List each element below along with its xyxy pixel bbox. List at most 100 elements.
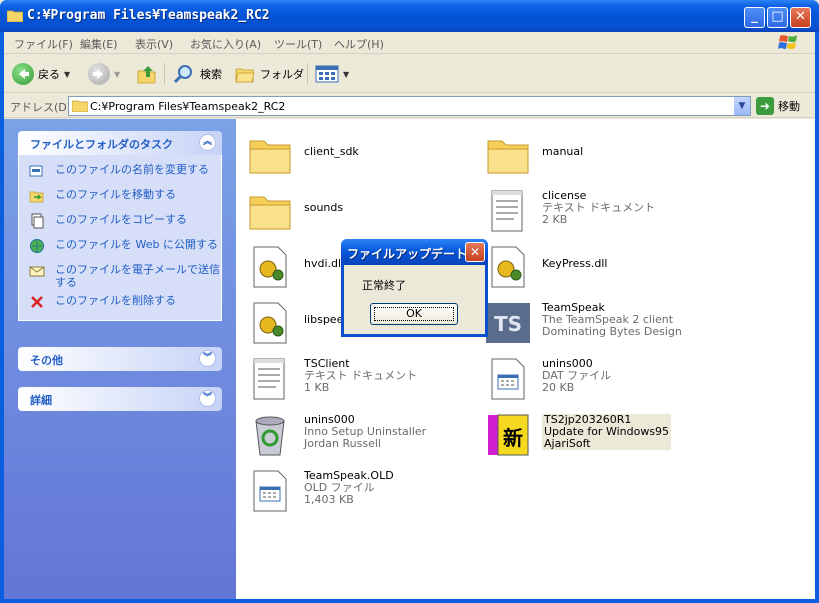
other-places-title: その他 xyxy=(30,354,63,367)
task-label: このファイルを移動する xyxy=(55,188,176,201)
folder-icon xyxy=(487,140,529,174)
task-label: このファイルを電子メールで送信する xyxy=(55,263,220,289)
generic-file-icon xyxy=(491,358,525,400)
windows-logo-icon xyxy=(778,35,797,50)
file-folder-tasks-title: ファイルとフォルダのタスク xyxy=(30,138,173,151)
other-places-panel: その他 ︾ xyxy=(18,347,222,371)
focus-rectangle xyxy=(374,307,454,321)
task-label: このファイルを削除する xyxy=(55,294,176,307)
views-button[interactable]: ▼ xyxy=(315,61,349,87)
address-input[interactable]: C:¥Program Files¥Teamspeak2_RC2 ▼ xyxy=(68,96,751,116)
dialog-close-button[interactable]: ✕ xyxy=(465,242,485,262)
search-label: 検索 xyxy=(200,68,222,81)
up-folder-icon xyxy=(137,66,156,84)
move-icon xyxy=(29,191,44,203)
email-icon xyxy=(29,266,45,277)
minimize-button[interactable]: _ xyxy=(744,7,765,28)
file-company: AjariSoft xyxy=(544,437,591,450)
details-panel: 詳細 ︾ xyxy=(18,387,222,411)
publish-web-icon xyxy=(30,239,44,253)
dialog-title-bar[interactable]: ファイルアップデート ✕ xyxy=(341,239,488,265)
address-value: C:¥Program Files¥Teamspeak2_RC2 xyxy=(90,100,286,113)
maximize-icon: □ xyxy=(771,9,784,24)
toolbar-separator xyxy=(307,63,308,85)
go-arrow-icon: ➜ xyxy=(756,97,774,115)
file-name: sounds xyxy=(304,201,344,214)
generic-file-icon xyxy=(253,470,287,512)
go-button[interactable]: ➜ 移動 xyxy=(756,96,800,116)
folders-label: フォルダ xyxy=(260,68,304,81)
folders-button[interactable]: フォルダ xyxy=(234,61,304,87)
file-folder-tasks-list: このファイルの名前を変更する このファイルを移動する このファイルをコピーする … xyxy=(18,155,222,321)
file-size: 1 KB xyxy=(304,381,330,394)
task-move[interactable]: このファイルを移動する xyxy=(19,188,221,208)
menu-bar: ファイル(F) 編集(E) 表示(V) お気に入り(A) ツール(T) ヘルプ(… xyxy=(4,32,815,54)
file-size: 1,403 KB xyxy=(304,493,354,506)
close-button[interactable]: ✕ xyxy=(790,7,811,28)
dll-icon xyxy=(491,246,525,288)
file-list: client_sdk manual sounds clicense テキスト ド… xyxy=(236,119,815,599)
other-places-header[interactable]: その他 ︾ xyxy=(18,347,222,371)
file-company: Dominating Bytes Design xyxy=(542,325,682,338)
address-bar: アドレス(D) C:¥Program Files¥Teamspeak2_RC2 … xyxy=(4,94,815,118)
menu-tools[interactable]: ツール(T) xyxy=(274,36,322,52)
task-pane: ファイルとフォルダのタスク ︽ このファイルの名前を変更する このファイルを移動… xyxy=(4,119,236,599)
file-name: client_sdk xyxy=(304,145,359,158)
dll-icon xyxy=(253,302,287,344)
back-dropdown-icon[interactable]: ▼ xyxy=(64,70,70,79)
file-size: 20 KB xyxy=(542,381,575,394)
collapse-icon[interactable]: ︽ xyxy=(199,134,216,151)
task-rename[interactable]: このファイルの名前を変更する xyxy=(19,163,221,183)
close-icon: ✕ xyxy=(795,9,806,24)
task-label: このファイルをコピーする xyxy=(55,213,187,226)
go-label: 移動 xyxy=(778,100,800,113)
minimize-icon: _ xyxy=(751,9,758,24)
folder-icon xyxy=(249,140,291,174)
menu-help[interactable]: ヘルプ(H) xyxy=(334,36,384,52)
folder-icon xyxy=(72,100,88,112)
toolbar-separator xyxy=(164,63,165,85)
menu-file[interactable]: ファイル(F) xyxy=(14,36,73,52)
expand-icon[interactable]: ︾ xyxy=(199,350,216,367)
ok-button[interactable]: OK xyxy=(370,303,458,325)
svg-text:TS: TS xyxy=(494,312,522,336)
task-email[interactable]: このファイルを電子メールで送信する xyxy=(19,263,221,289)
back-arrow-icon xyxy=(12,63,34,85)
file-company: Jordan Russell xyxy=(304,437,381,450)
menu-view[interactable]: 表示(V) xyxy=(135,36,173,52)
views-icon xyxy=(315,65,339,83)
task-copy[interactable]: このファイルをコピーする xyxy=(19,213,221,233)
task-label: このファイルの名前を変更する xyxy=(55,163,209,176)
address-label: アドレス(D) xyxy=(10,101,72,114)
file-name: hvdi.dll xyxy=(304,257,345,270)
delete-icon xyxy=(31,296,43,308)
expand-icon[interactable]: ︾ xyxy=(199,390,216,407)
rename-icon xyxy=(29,165,43,177)
views-dropdown-icon[interactable]: ▼ xyxy=(343,70,349,79)
update-installer-icon: 新 xyxy=(488,414,529,456)
window-title: C:¥Program Files¥Teamspeak2_RC2 xyxy=(27,8,270,23)
copy-icon xyxy=(31,213,44,229)
back-button[interactable]: 戻る ▼ xyxy=(12,61,70,87)
title-bar[interactable]: C:¥Program Files¥Teamspeak2_RC2 _ □ ✕ xyxy=(0,0,819,32)
menu-edit[interactable]: 編集(E) xyxy=(80,36,118,52)
file-size: 2 KB xyxy=(542,213,568,226)
forward-dropdown-icon[interactable]: ▼ xyxy=(114,70,120,79)
details-header[interactable]: 詳細 ︾ xyxy=(18,387,222,411)
file-folder-tasks-panel: ファイルとフォルダのタスク ︽ このファイルの名前を変更する このファイルを移動… xyxy=(18,131,222,321)
task-delete[interactable]: このファイルを削除する xyxy=(19,294,221,314)
address-dropdown-icon[interactable]: ▼ xyxy=(733,97,750,115)
search-button[interactable]: 検索 xyxy=(172,61,222,87)
forward-arrow-icon xyxy=(88,63,110,85)
teamspeak-icon: TS xyxy=(486,303,530,343)
toolbar: 戻る ▼ ▼ 検索 フォルダ ▼ xyxy=(4,55,815,93)
task-publish-web[interactable]: このファイルを Web に公開する xyxy=(19,238,221,258)
up-folder-button[interactable] xyxy=(136,61,158,87)
maximize-button[interactable]: □ xyxy=(767,7,788,28)
text-document-icon xyxy=(253,358,285,400)
file-folder-tasks-header[interactable]: ファイルとフォルダのタスク ︽ xyxy=(18,131,222,155)
text-document-icon xyxy=(491,190,523,232)
menu-favorites[interactable]: お気に入り(A) xyxy=(190,36,261,52)
search-icon xyxy=(173,65,192,84)
forward-button[interactable]: ▼ xyxy=(88,61,120,87)
